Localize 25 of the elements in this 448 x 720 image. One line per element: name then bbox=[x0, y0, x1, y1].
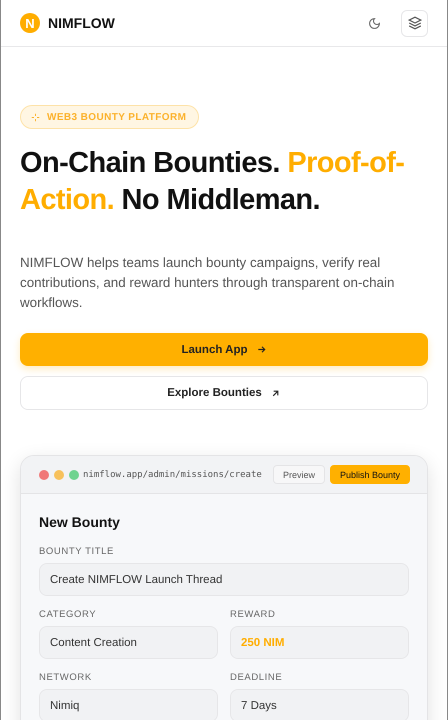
field-label: BOUNTY TITLE bbox=[39, 546, 115, 557]
input-field[interactable]: Create NIMFLOW Launch Thread bbox=[39, 563, 409, 596]
logo-icon: N bbox=[20, 13, 40, 33]
field-label: DEADLINE bbox=[230, 672, 284, 683]
field-label: REWARD bbox=[230, 609, 276, 620]
url-text: nimflow.app/admin/missions/create bbox=[83, 470, 263, 480]
layers-icon bbox=[408, 16, 422, 30]
brand-name: NIMFLOW bbox=[48, 15, 116, 31]
input-field[interactable]: Content Creation bbox=[39, 626, 218, 659]
field-label: NETWORK bbox=[39, 672, 93, 683]
form-title: New Bounty bbox=[39, 514, 121, 530]
platform-badge: WEB3 BOUNTY PLATFORM bbox=[20, 105, 200, 129]
field-label: CATEGORY bbox=[39, 609, 98, 620]
explore-button[interactable]: Explore Bounties bbox=[20, 376, 428, 410]
launch-button[interactable]: Launch App bbox=[20, 333, 428, 366]
moon-icon[interactable] bbox=[368, 16, 381, 30]
preview-button[interactable]: Preview bbox=[272, 465, 325, 484]
input-field[interactable]: 7 Days bbox=[230, 689, 409, 720]
hero-description: NIMFLOW helps teams launch bounty campaigns, verify real contributions, and reward hunters through transparent on-chain workflows. bbox=[20, 254, 396, 312]
arrow-right-icon bbox=[256, 344, 266, 355]
layers-button[interactable] bbox=[401, 10, 428, 36]
input-field[interactable]: Nimiq bbox=[39, 689, 218, 720]
publish-button[interactable]: Publish Bounty bbox=[330, 465, 410, 484]
hero-headline: On-Chain Bounties. Proof-of-Action. No Middleman. bbox=[20, 146, 406, 218]
window-controls-icon bbox=[39, 470, 79, 480]
